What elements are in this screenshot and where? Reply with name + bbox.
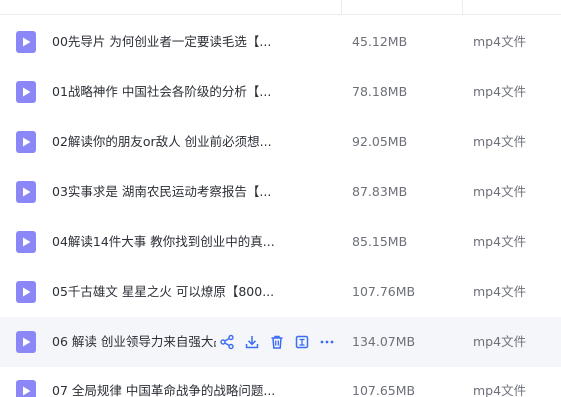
more-icon[interactable] <box>317 332 337 352</box>
file-name[interactable]: 01战略神作 中国社会各阶级的分析【... <box>52 67 271 117</box>
more-info-icon[interactable] <box>292 332 312 352</box>
file-size: 134.07MB <box>352 334 416 349</box>
video-file-icon <box>16 81 36 103</box>
file-size: 45.12MB <box>352 34 408 49</box>
file-size: 92.05MB <box>352 134 408 149</box>
file-name[interactable]: 07 全局规律 中国革命战争的战略问题... <box>52 366 275 397</box>
table-row[interactable]: 02解读你的朋友or敌人 创业前必须想... 92.05MB mp4文件 <box>0 117 561 167</box>
delete-icon[interactable] <box>267 332 287 352</box>
file-size: 78.18MB <box>352 84 408 99</box>
video-file-icon <box>16 281 36 303</box>
file-name[interactable]: 02解读你的朋友or敌人 创业前必须想... <box>52 117 272 167</box>
video-file-icon <box>16 31 36 53</box>
file-name[interactable]: 06 解读 创业领导力来自强大战略【... <box>52 317 216 367</box>
file-name[interactable]: 04解读14件大事 教你找到创业中的真... <box>52 217 275 267</box>
table-row[interactable]: 07 全局规律 中国革命战争的战略问题... 107.65MB mp4文件 <box>0 366 561 397</box>
file-type: mp4文件 <box>473 284 527 299</box>
file-type: mp4文件 <box>473 234 527 249</box>
file-size: 85.15MB <box>352 234 408 249</box>
file-size: 87.83MB <box>352 184 408 199</box>
file-name[interactable]: 05千古雄文 星星之火 可以燎原【800... <box>52 267 274 317</box>
table-header <box>0 0 561 15</box>
file-type: mp4文件 <box>473 84 527 99</box>
file-list: 00先导片 为何创业者一定要读毛选【... 45.12MB mp4文件 01战略… <box>0 0 561 397</box>
file-type: mp4文件 <box>473 134 527 149</box>
video-file-icon <box>16 231 36 253</box>
file-name[interactable]: 03实事求是 湖南农民运动考察报告【... <box>52 167 271 217</box>
table-row[interactable]: 05千古雄文 星星之火 可以燎原【800... 107.76MB mp4文件 <box>0 267 561 317</box>
file-name[interactable]: 00先导片 为何创业者一定要读毛选【... <box>52 17 271 67</box>
video-file-icon <box>16 181 36 203</box>
video-file-icon <box>16 131 36 153</box>
download-icon[interactable] <box>242 332 262 352</box>
table-row[interactable]: 06 解读 创业领导力来自强大战略【... <box>0 317 561 367</box>
table-row[interactable]: 01战略神作 中国社会各阶级的分析【... 78.18MB mp4文件 <box>0 67 561 117</box>
column-separator <box>341 0 342 14</box>
video-file-icon <box>16 331 36 353</box>
file-type: mp4文件 <box>473 34 527 49</box>
file-size: 107.76MB <box>352 284 416 299</box>
column-separator <box>462 0 463 14</box>
file-type: mp4文件 <box>473 184 527 199</box>
video-file-icon <box>16 380 36 397</box>
file-type: mp4文件 <box>473 334 527 349</box>
file-type: mp4文件 <box>473 383 527 397</box>
table-row[interactable]: 04解读14件大事 教你找到创业中的真... 85.15MB mp4文件 <box>0 217 561 267</box>
table-row[interactable]: 00先导片 为何创业者一定要读毛选【... 45.12MB mp4文件 <box>0 17 561 67</box>
table-row[interactable]: 03实事求是 湖南农民运动考察报告【... 87.83MB mp4文件 <box>0 167 561 217</box>
file-size: 107.65MB <box>352 383 416 397</box>
share-icon[interactable] <box>217 332 237 352</box>
